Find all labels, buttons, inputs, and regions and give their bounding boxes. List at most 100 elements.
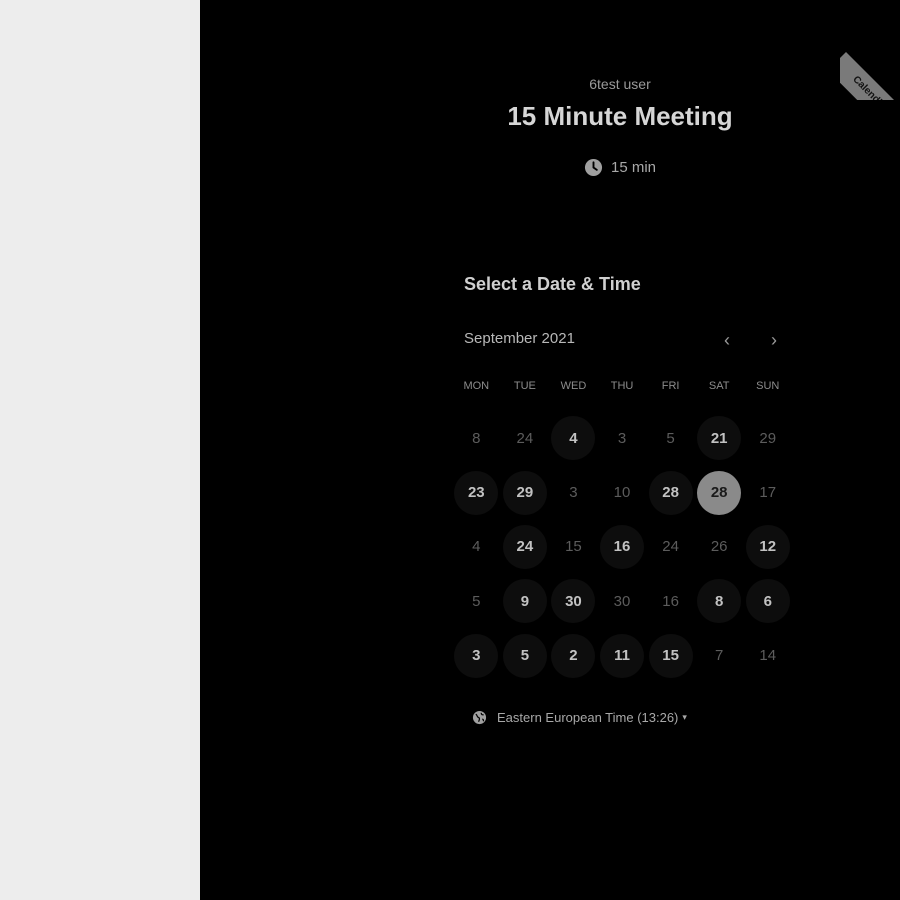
- weekday-sat: SAT: [708, 380, 730, 392]
- unavailable-day: 8: [472, 429, 481, 447]
- month-navigation: September 2021 ‹ ›: [464, 330, 784, 352]
- calendar-cell: 16: [646, 574, 695, 628]
- calendar-cell: 4: [549, 411, 598, 465]
- unavailable-day: 14: [759, 647, 777, 665]
- unavailable-day: 24: [516, 429, 534, 447]
- available-day-button[interactable]: 23: [454, 470, 499, 515]
- available-day-button[interactable]: 5: [502, 633, 547, 678]
- calendar-cell: 29: [501, 465, 550, 519]
- available-day-button[interactable]: 21: [697, 416, 742, 461]
- calendar-cell: 26: [695, 520, 744, 574]
- calendar-cell: 30: [549, 574, 598, 628]
- weekday-tue: TUE: [513, 380, 536, 392]
- calendar-cell: 5: [646, 411, 695, 465]
- unavailable-day: 15: [565, 538, 582, 556]
- weekday-thu: THU: [610, 380, 634, 392]
- calendar-cell: 30: [598, 574, 647, 628]
- calendar-cell: 17: [743, 465, 792, 519]
- globe-icon: [472, 710, 487, 725]
- unavailable-day: 16: [662, 592, 679, 610]
- unavailable-day: 29: [759, 429, 777, 447]
- available-day-button[interactable]: 4: [551, 416, 596, 461]
- event-duration: 15 min: [200, 158, 900, 177]
- weekday-wed: WED: [560, 380, 587, 392]
- next-month-button[interactable]: ›: [763, 328, 785, 352]
- selected-day-button[interactable]: 28: [697, 470, 742, 515]
- duration-label: 15 min: [610, 159, 657, 176]
- calendar-cell: 7: [695, 629, 744, 683]
- unavailable-day: 3: [569, 484, 578, 502]
- calendar-cell: 11: [598, 629, 647, 683]
- calendar-cell: 15: [646, 629, 695, 683]
- calendar-cell: 8: [695, 574, 744, 628]
- unavailable-day: 10: [613, 484, 631, 502]
- calendar-cell: 29: [743, 411, 792, 465]
- calendar-week: 23 29 3 10 28 28 17: [452, 465, 792, 519]
- timezone-selector[interactable]: Eastern European Time (13:26) ▾: [472, 710, 687, 725]
- calendar-cell: 21: [695, 411, 744, 465]
- calendar-cell: 4: [452, 520, 501, 574]
- available-day-button[interactable]: 6: [745, 579, 790, 624]
- calendar-weeks: 8 24 4 3 5 21 29 23 29 3 10 28 28 17 4 24 15 16 24 26 12 5 9 30…: [452, 411, 792, 683]
- select-date-title: Select a Date & Time: [464, 274, 641, 294]
- calendar-cell: 12: [743, 520, 792, 574]
- unavailable-day: 4: [472, 538, 481, 556]
- calendar-cell: 15: [549, 520, 598, 574]
- calendar-grid: MON TUE WED THU FRI SAT SUN 8 24 4 3 5 21 29 23…: [452, 380, 792, 683]
- unavailable-day: 17: [759, 484, 777, 502]
- available-day-button[interactable]: 30: [551, 579, 596, 624]
- left-panel: [0, 0, 200, 900]
- ribbon-label: Calendly: [840, 52, 900, 100]
- unavailable-day: 24: [662, 538, 679, 556]
- clock-icon: [584, 158, 603, 177]
- unavailable-day: 26: [710, 538, 728, 556]
- calendar-cell: 8: [452, 411, 501, 465]
- powered-by-ribbon[interactable]: Calendly: [840, 40, 900, 100]
- calendar-cell: 23: [452, 465, 501, 519]
- caret-down-icon: ▾: [682, 712, 687, 722]
- weekday-mon: MON: [463, 380, 490, 392]
- calendar-cell: 16: [598, 520, 647, 574]
- calendar-cell: 28: [646, 465, 695, 519]
- available-day-button[interactable]: 11: [600, 633, 645, 678]
- host-name: 6test user: [589, 76, 651, 92]
- available-day-button[interactable]: 29: [502, 470, 547, 515]
- available-day-button[interactable]: 9: [502, 579, 547, 624]
- prev-month-button[interactable]: ‹: [716, 328, 738, 352]
- available-day-button[interactable]: 3: [454, 633, 499, 678]
- available-day-button[interactable]: 2: [551, 633, 596, 678]
- weekday-fri: FRI: [661, 380, 680, 392]
- chevron-right-icon: ›: [771, 329, 777, 350]
- calendar-cell: 14: [743, 629, 792, 683]
- unavailable-day: 5: [472, 592, 481, 610]
- weekday-sun: SUN: [756, 380, 780, 392]
- calendar-cell: 3: [598, 411, 647, 465]
- available-day-button[interactable]: 24: [502, 524, 547, 569]
- calendar-cell: 5: [452, 574, 501, 628]
- calendar-cell: 6: [743, 574, 792, 628]
- unavailable-day: 5: [666, 429, 675, 447]
- booking-panel: 6test user 15 Minute Meeting 15 min Cale…: [200, 0, 900, 900]
- unavailable-day: 7: [715, 647, 724, 665]
- calendar-cell: 3: [549, 465, 598, 519]
- available-day-button[interactable]: 16: [600, 524, 645, 569]
- calendar-cell: 5: [501, 629, 550, 683]
- calendar-cell: 24: [501, 520, 550, 574]
- calendar-cell: 10: [598, 465, 647, 519]
- chevron-left-icon: ‹: [724, 329, 730, 350]
- calendar-cell: 3: [452, 629, 501, 683]
- timezone-label: Eastern European Time (13:26): [497, 710, 679, 725]
- calendar-cell: 28: [695, 465, 744, 519]
- calendar-cell: 24: [646, 520, 695, 574]
- calendar-cell: 2: [549, 629, 598, 683]
- calendar-week: 3 5 2 11 15 7 14: [452, 629, 792, 683]
- available-day-button[interactable]: 8: [697, 579, 742, 624]
- available-day-button[interactable]: 28: [648, 470, 693, 515]
- calendar-cell: 24: [501, 411, 550, 465]
- calendar-week: 4 24 15 16 24 26 12: [452, 520, 792, 574]
- event-title: 15 Minute Meeting: [507, 101, 733, 131]
- unavailable-day: 3: [617, 429, 627, 447]
- available-day-button[interactable]: 15: [648, 633, 693, 678]
- available-day-button[interactable]: 12: [745, 524, 790, 569]
- current-month: September 2021: [464, 330, 575, 347]
